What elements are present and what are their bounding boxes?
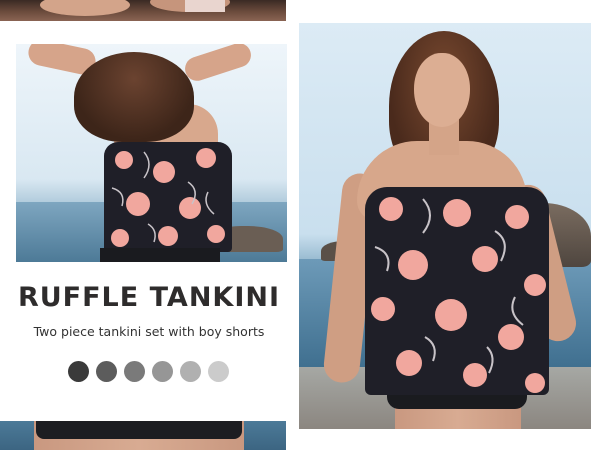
tankini-top-back <box>104 142 232 252</box>
shorts <box>100 248 220 262</box>
color-swatch-5[interactable] <box>180 361 201 382</box>
color-swatch-4[interactable] <box>152 361 173 382</box>
face <box>414 53 470 127</box>
floral-print <box>365 187 549 395</box>
bottom-crop-photo <box>0 421 286 450</box>
front-view-photo <box>299 23 591 429</box>
color-swatches <box>68 361 229 382</box>
shorts <box>36 421 242 439</box>
color-swatch-2[interactable] <box>96 361 117 382</box>
right-arm <box>181 44 255 84</box>
product-title: RUFFLE TANKINI <box>17 282 281 313</box>
fabric-shape <box>185 0 225 12</box>
hand-shape <box>40 0 130 16</box>
back-view-photo <box>16 44 287 262</box>
floral-print <box>104 142 232 252</box>
color-swatch-3[interactable] <box>124 361 145 382</box>
color-swatch-6[interactable] <box>208 361 229 382</box>
color-swatch-1[interactable] <box>68 361 89 382</box>
product-subtitle: Two piece tankini set with boy shorts <box>33 324 265 339</box>
top-crop-photo <box>0 0 286 21</box>
tankini-top-front <box>365 187 549 395</box>
hair <box>74 52 194 142</box>
